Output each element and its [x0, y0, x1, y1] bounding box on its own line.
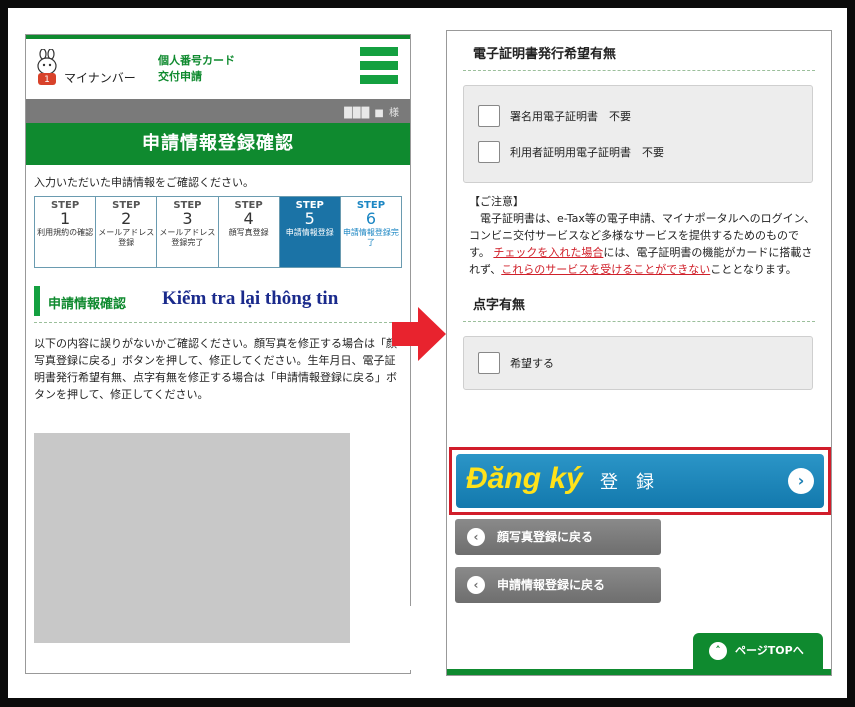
hamburger-menu-icon[interactable] — [360, 47, 398, 91]
step-4: STEP 4 顔写真登録 — [219, 197, 280, 267]
step-1: STEP 1 利用規約の確認 — [35, 197, 97, 267]
chevron-left-icon: ‹ — [467, 528, 485, 546]
page-top-label: ページTOPへ — [735, 644, 804, 657]
page-title: 申請情報登録確認 — [26, 123, 410, 165]
step-6: STEP 6 申請情報登録完了 — [342, 200, 399, 247]
register-button-highlight: Đăng ký 登録 › — [449, 447, 831, 515]
section-title-jp: 申請情報確認 — [48, 297, 127, 312]
braille-divider — [463, 321, 815, 322]
section-heading: 申請情報確認 Kiểm tra lại thông tin — [34, 286, 402, 316]
back-to-photo-label: 顔写真登録に戻る — [497, 530, 594, 544]
checkbox[interactable] — [478, 105, 500, 127]
section-title-vn: Kiểm tra lại thông tin — [162, 288, 339, 309]
notice-text-end: こととなります。 — [710, 263, 797, 276]
checkbox-label: 署名用電子証明書 不要 — [510, 110, 631, 123]
chevron-left-icon: ‹ — [467, 576, 485, 594]
register-label-vn: Đăng ký — [466, 462, 583, 495]
step-2: STEP 2 メールアドレス登録 — [96, 197, 158, 267]
site-header: 1 マイナンバー 個人番号カード 交付申請 — [26, 39, 410, 99]
checkbox[interactable] — [478, 352, 500, 374]
step-5-current: STEP 5 申請情報登録 — [279, 197, 341, 267]
blank-patch — [372, 606, 446, 670]
red-arrow-icon — [392, 307, 446, 361]
logo-subtitle: 個人番号カード 交付申請 — [158, 53, 235, 85]
user-name: ███ ■ 様 — [344, 108, 400, 119]
checkbox[interactable] — [478, 141, 500, 163]
chevron-up-icon: ˄ — [709, 642, 727, 660]
cert-heading: 電子証明書発行希望有無 — [473, 47, 617, 62]
notice-block: 【ご注意】 電子証明書は、e-Tax等の電子申請、マイナポータルへのログイン、コ… — [447, 183, 831, 278]
notice-warning-link-1: チェックを入れた場合 — [493, 246, 604, 259]
step-progress: STEP 1 利用規約の確認 STEP 2 メールアドレス登録 STEP 3 メ… — [34, 196, 402, 268]
intro-text: 入力いただいた申請情報をご確認ください。 — [34, 176, 254, 189]
mynumber-mascot-icon: 1 — [37, 49, 57, 85]
cert-option-user[interactable]: 利用者証明用電子証明書 不要 — [478, 134, 798, 170]
cert-divider — [463, 70, 815, 71]
back-to-photo-button[interactable]: ‹ 顔写真登録に戻る — [455, 519, 661, 555]
logo-subtitle-line1: 個人番号カード — [158, 54, 235, 67]
chevron-right-icon: › — [788, 468, 814, 494]
notice-title: 【ご注意】 — [469, 195, 524, 208]
checkbox-label: 希望する — [510, 357, 554, 370]
braille-heading: 点字有無 — [473, 298, 526, 313]
step-3: STEP 3 メールアドレス登録完了 — [157, 197, 219, 267]
notice-warning-link-2: これらのサービスを受けることができない — [501, 263, 711, 276]
bottom-accent-strip — [447, 669, 831, 675]
svg-text:1: 1 — [44, 75, 50, 85]
instructions-text: 以下の内容に誤りがないかご確認ください。顔写真を修正する場合は「顔写真登録に戻る… — [34, 337, 397, 401]
braille-options-panel: 希望する — [463, 336, 813, 390]
photo-placeholder — [34, 433, 350, 643]
notice-body: 電子証明書は、e-Tax等の電子申請、マイナポータルへのログイン、コンビニ交付サ… — [469, 210, 815, 278]
logo-subtitle-line2: 交付申請 — [158, 70, 202, 83]
cert-options-panel: 署名用電子証明書 不要 利用者証明用電子証明書 不要 — [463, 85, 813, 183]
back-to-info-button[interactable]: ‹ 申請情報登録に戻る — [455, 567, 661, 603]
section-accent-bar — [34, 286, 40, 316]
back-to-info-label: 申請情報登録に戻る — [497, 578, 606, 592]
logo-text: マイナンバー — [64, 71, 136, 85]
checkbox-label: 利用者証明用電子証明書 不要 — [510, 146, 664, 159]
cert-option-signature[interactable]: 署名用電子証明書 不要 — [478, 98, 798, 134]
braille-option[interactable]: 希望する — [478, 345, 798, 381]
register-button[interactable]: Đăng ký 登録 › — [456, 454, 824, 508]
user-bar: ███ ■ 様 — [26, 99, 410, 123]
right-phone-screen: 電子証明書発行希望有無 署名用電子証明書 不要 利用者証明用電子証明書 不要 【… — [446, 30, 832, 676]
register-label-jp: 登録 — [600, 472, 672, 493]
